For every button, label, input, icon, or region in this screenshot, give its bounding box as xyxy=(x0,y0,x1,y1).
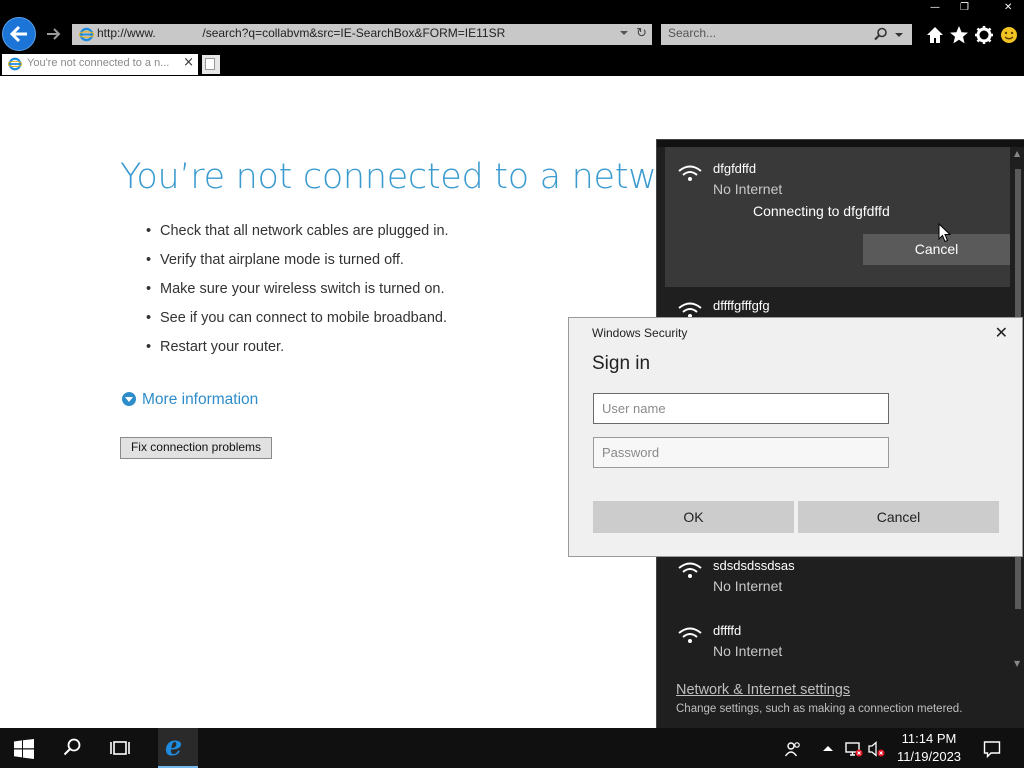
more-information-label: More information xyxy=(142,391,259,408)
tip-item: Check that all network cables are plugge… xyxy=(146,220,449,249)
tips-list: Check that all network cables are plugge… xyxy=(146,220,449,365)
mouse-cursor-icon xyxy=(938,223,951,243)
wifi-no-internet-icon xyxy=(678,562,702,578)
chevron-up-icon[interactable] xyxy=(822,743,834,753)
network-name: dffffgfffgfg xyxy=(713,298,770,313)
minimize-icon[interactable]: — xyxy=(930,2,940,13)
flyout-cancel-button[interactable]: Cancel xyxy=(863,234,1010,265)
search-box[interactable]: Search... xyxy=(661,24,912,45)
system-clock[interactable]: 11:14 PM 11/19/2023 xyxy=(890,730,968,766)
ie-page-icon xyxy=(79,27,94,42)
connecting-status: Connecting to dfgfdffd xyxy=(753,203,890,219)
wifi-no-internet-icon xyxy=(678,165,702,181)
ie-tab-icon xyxy=(8,57,22,71)
scroll-up-icon[interactable]: ▲ xyxy=(1014,149,1020,158)
network-status: No Internet xyxy=(713,643,783,659)
address-dropdown-icon[interactable] xyxy=(620,31,628,35)
taskbar: e 11:14 PM 11/19/2023 xyxy=(0,728,1024,768)
new-tab-icon xyxy=(205,58,215,70)
username-field[interactable] xyxy=(593,393,889,424)
chevron-down-icon xyxy=(122,392,136,406)
network-name: sdsdsdssdsas xyxy=(713,558,795,573)
clock-date: 11/19/2023 xyxy=(896,749,962,764)
close-window-icon[interactable]: ✕ xyxy=(1004,2,1012,13)
clock-time: 11:14 PM xyxy=(901,731,957,746)
arrow-right-icon xyxy=(47,28,61,40)
cancel-button[interactable]: Cancel xyxy=(798,501,999,533)
address-bar[interactable]: http://www. /search?q=collabvm&src=IE-Se… xyxy=(72,24,652,45)
volume-muted-icon[interactable] xyxy=(867,740,885,758)
search-dropdown-icon[interactable] xyxy=(895,33,903,37)
dialog-close-icon[interactable]: ✕ xyxy=(995,325,1008,341)
restore-icon[interactable]: ❐ xyxy=(960,2,969,13)
tip-item: Make sure your wireless switch is turned… xyxy=(146,278,449,307)
network-settings-link[interactable]: Network & Internet settings xyxy=(676,682,850,698)
dialog-caption: Windows Security xyxy=(592,326,688,340)
tip-item: Restart your router. xyxy=(146,336,449,365)
people-icon[interactable] xyxy=(784,740,802,758)
tip-item: Verify that airplane mode is turned off. xyxy=(146,249,449,278)
search-icon[interactable] xyxy=(874,27,888,41)
wifi-no-internet-icon xyxy=(678,627,702,643)
network-name: dffffd xyxy=(713,623,742,638)
search-icon[interactable] xyxy=(63,738,81,756)
forward-button[interactable] xyxy=(44,24,66,46)
task-view-icon[interactable] xyxy=(110,739,130,757)
windows-start-icon[interactable] xyxy=(14,739,34,759)
page-title: You’re not connected to a network xyxy=(120,157,712,197)
gear-icon[interactable] xyxy=(974,25,994,45)
network-settings-description: Change settings, such as making a connec… xyxy=(676,703,963,715)
network-status: No Internet xyxy=(713,181,783,197)
smiley-feedback-icon[interactable] xyxy=(999,25,1019,45)
dialog-title: Sign in xyxy=(592,353,651,374)
tab-close-icon[interactable]: × xyxy=(183,55,194,70)
fix-connection-button[interactable]: Fix connection problems xyxy=(120,437,272,459)
favorites-star-icon[interactable] xyxy=(949,25,969,45)
windows-security-dialog: Windows Security ✕ Sign in OK Cancel xyxy=(568,317,1023,557)
network-name: dfgfdffd xyxy=(713,161,757,176)
ok-button[interactable]: OK xyxy=(593,501,794,533)
address-url: http://www. /search?q=collabvm&src=IE-Se… xyxy=(97,26,506,40)
network-status: No Internet xyxy=(713,578,783,594)
taskbar-ie-app[interactable]: e xyxy=(158,728,198,768)
browser-chrome: http://www. /search?q=collabvm&src=IE-Se… xyxy=(0,0,1024,76)
tab-title: You're not connected to a n... xyxy=(27,57,170,69)
home-icon[interactable] xyxy=(925,25,945,45)
internet-explorer-icon: e xyxy=(165,731,183,762)
browser-tab[interactable]: You're not connected to a n... × xyxy=(2,54,198,75)
network-error-icon[interactable] xyxy=(845,740,863,758)
notification-center-icon[interactable] xyxy=(983,740,1001,758)
flyout-top-bar xyxy=(657,140,1024,147)
search-placeholder: Search... xyxy=(668,26,717,40)
tip-item: See if you can connect to mobile broadba… xyxy=(146,307,449,336)
password-field[interactable] xyxy=(593,437,889,468)
scroll-down-icon[interactable]: ▼ xyxy=(1014,659,1020,668)
refresh-icon[interactable]: ↻ xyxy=(636,26,647,41)
new-tab-button[interactable] xyxy=(202,55,220,74)
back-button[interactable] xyxy=(2,17,36,51)
arrow-left-icon xyxy=(9,25,27,43)
